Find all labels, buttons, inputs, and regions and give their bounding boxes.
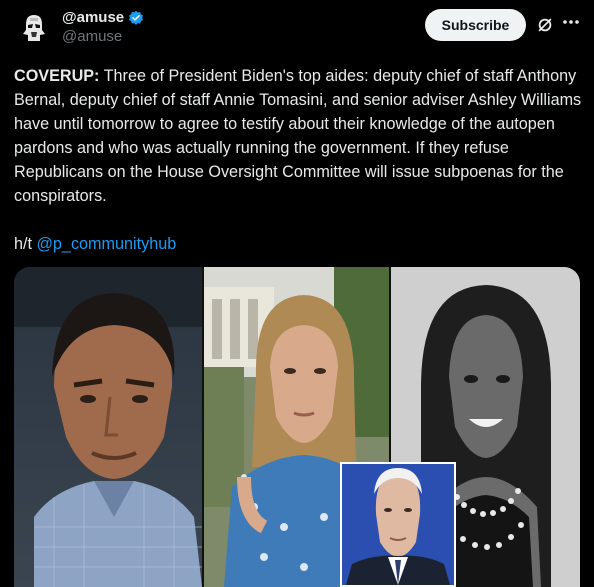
inset-photo <box>340 462 456 587</box>
display-name[interactable]: @amuse <box>62 9 124 26</box>
post-media[interactable] <box>14 267 580 587</box>
verified-badge-icon <box>129 10 144 25</box>
hat-tip-line: h/t @p_communityhub <box>14 232 176 256</box>
post-text: COVERUP: Three of President Biden's top … <box>14 64 584 208</box>
hat-tip-label: h/t <box>14 235 37 253</box>
grok-icon[interactable] <box>536 16 554 34</box>
author-name-row[interactable]: @amuse <box>62 9 144 26</box>
avatar[interactable] <box>14 8 54 48</box>
subscribe-button[interactable]: Subscribe <box>425 9 526 41</box>
handle[interactable]: @amuse <box>62 28 144 45</box>
mention-link[interactable]: @p_communityhub <box>37 235 177 253</box>
more-dots-icon[interactable] <box>561 12 581 32</box>
post-body: Three of President Biden's top aides: de… <box>14 67 582 205</box>
photo-panel-left <box>14 267 202 587</box>
author-block: @amuse @amuse <box>62 9 144 45</box>
post-lead: COVERUP: <box>14 67 100 85</box>
